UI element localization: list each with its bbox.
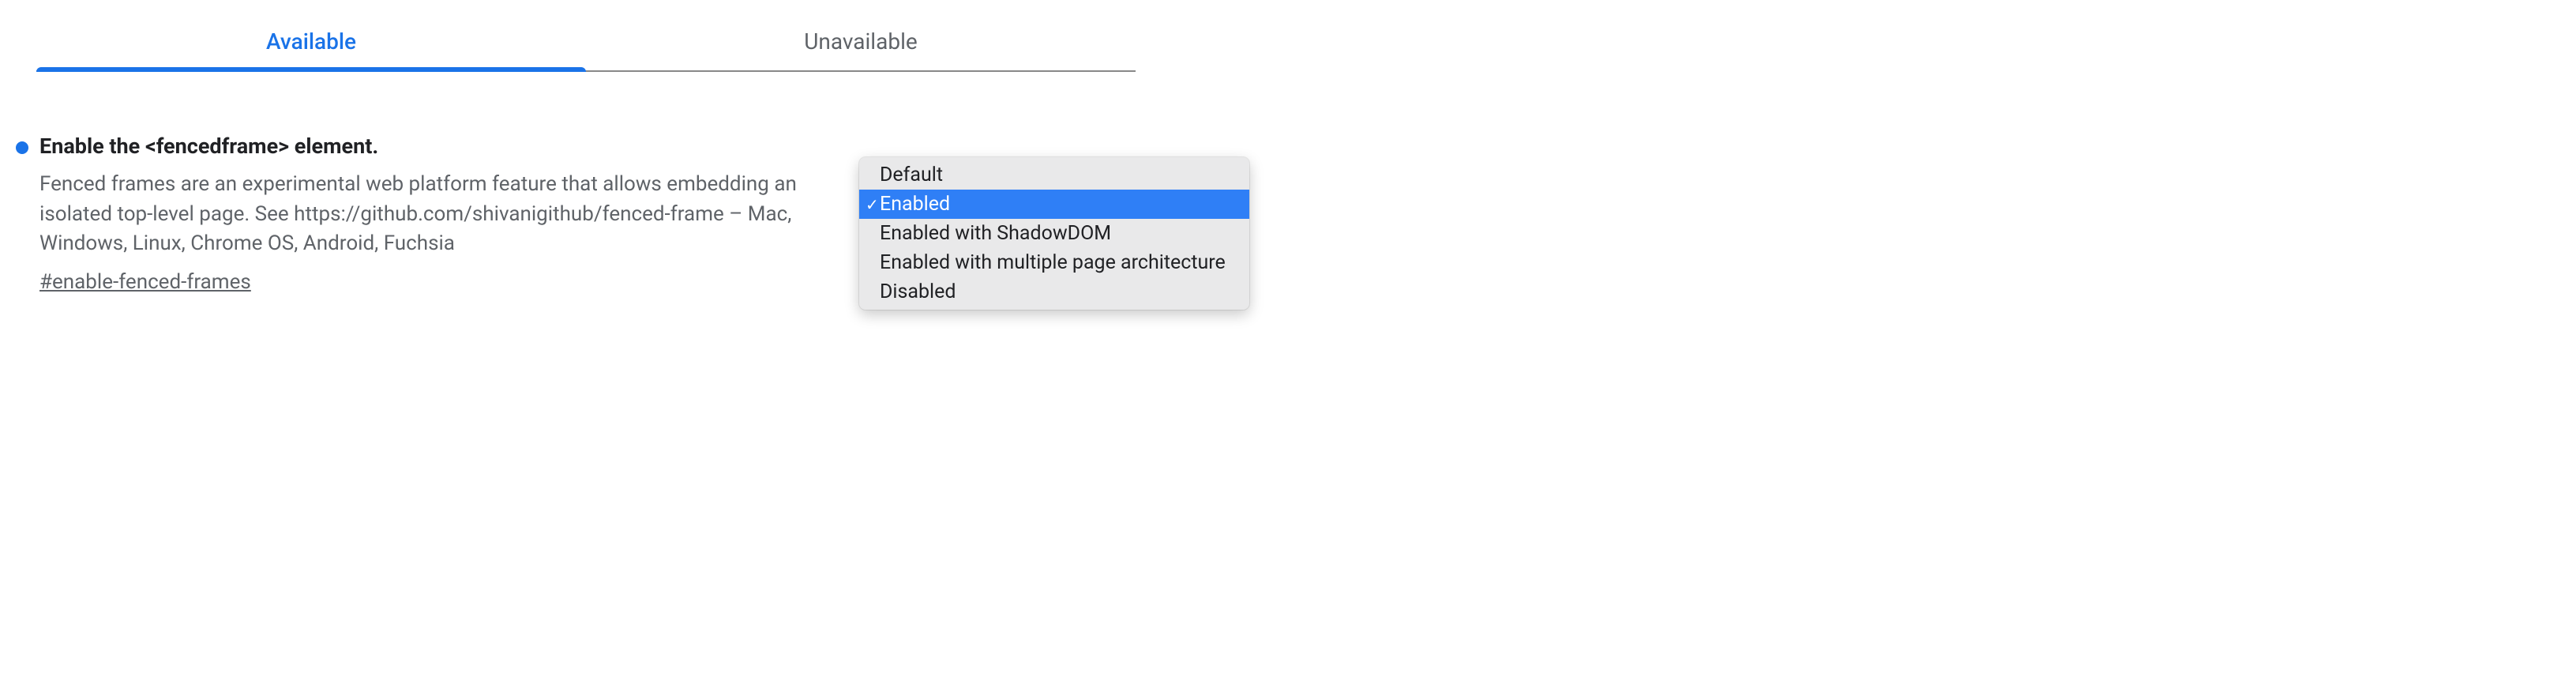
dropdown-option[interactable]: Disabled [859,277,1249,310]
modified-dot-icon [16,141,28,154]
tab-available[interactable]: Available [36,14,586,70]
dropdown-option[interactable]: Enabled with multiple page architecture [859,248,1249,277]
flag-text: Enable the <fencedframe> element. Fenced… [39,134,839,294]
dropdown-option[interactable]: Enabled with ShadowDOM [859,219,1249,248]
tab-unavailable[interactable]: Unavailable [586,14,1136,70]
tabs-bar: Available Unavailable [36,14,1136,72]
flag-description: Fenced frames are an experimental web pl… [39,170,823,259]
flag-row: Enable the <fencedframe> element. Fenced… [0,134,2576,294]
flag-permalink[interactable]: #enable-fenced-frames [39,270,251,294]
dropdown-option[interactable]: Enabled [859,190,1249,219]
flag-state-dropdown[interactable]: DefaultEnabledEnabled with ShadowDOMEnab… [859,157,1249,310]
flag-title: Enable the <fencedframe> element. [39,134,823,159]
dropdown-option[interactable]: Default [859,157,1249,190]
